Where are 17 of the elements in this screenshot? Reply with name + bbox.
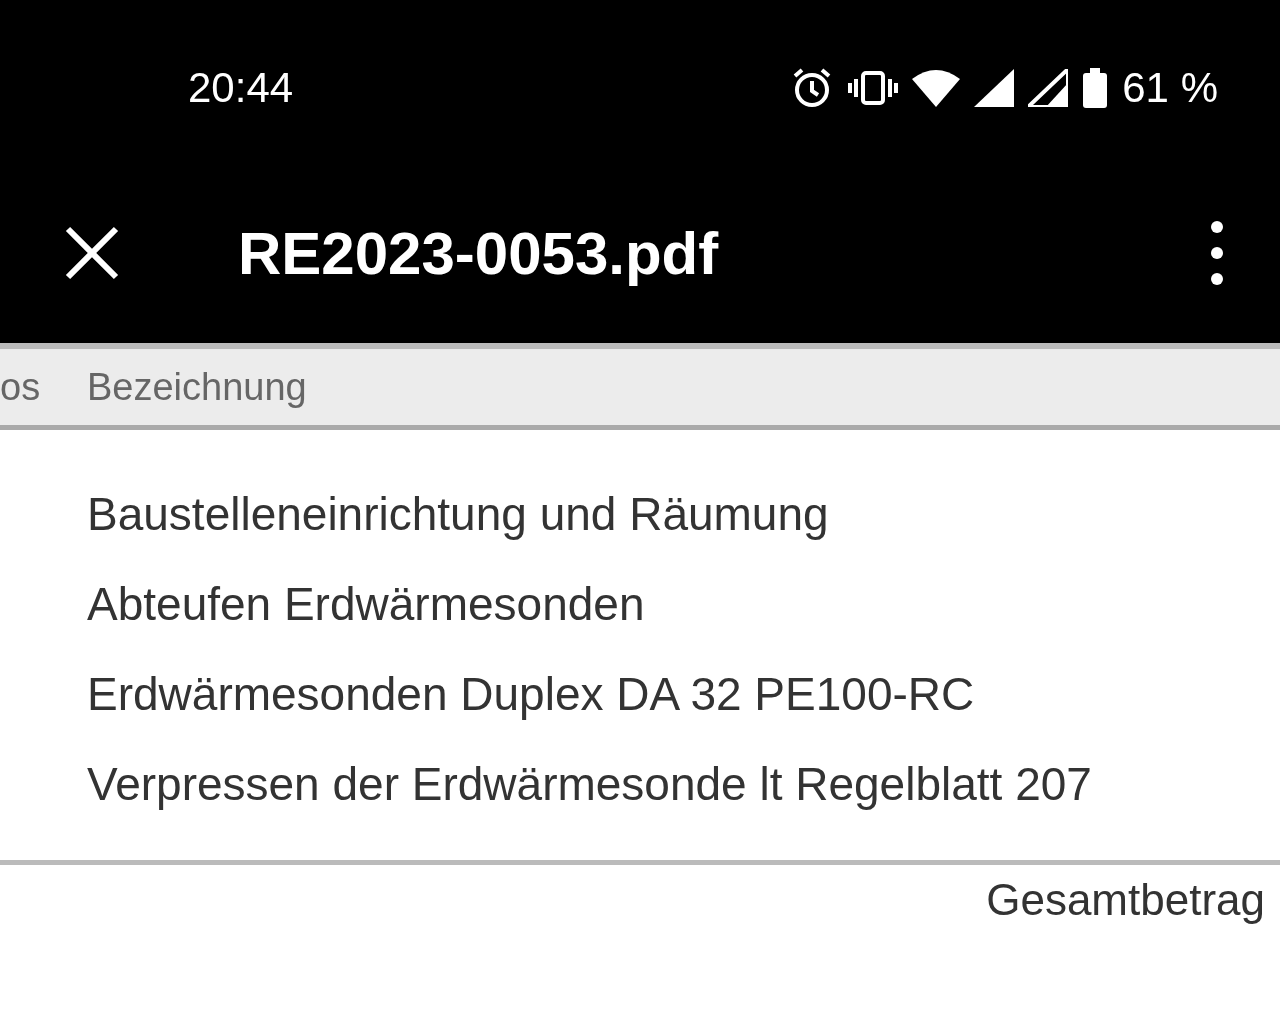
more-vertical-icon [1210,220,1224,286]
total-label: Gesamtbetrag [986,875,1265,925]
vibrate-icon [848,70,899,105]
battery-percent: 61 % [1122,63,1218,112]
document-title: RE2023-0053.pdf [238,218,720,288]
battery-icon [1082,67,1109,108]
close-icon [64,225,120,281]
item-description: Abteufen Erdwärmesonden [87,580,646,628]
item-description: Verpressen der Erdwärmesonde lt Regelblatt 207 [87,760,1093,808]
signal-icon [1028,68,1069,107]
signal-icon [974,68,1015,107]
item-description: Erdwärmesonden Duplex DA 32 PE100-RC [87,670,976,718]
wifi-icon [912,68,961,107]
column-header: Bezeichnung [87,365,307,409]
clock-time: 20:44 [188,63,295,112]
column-header: os [0,365,42,409]
item-description: Baustelleneinrichtung und Räumung [87,490,830,538]
